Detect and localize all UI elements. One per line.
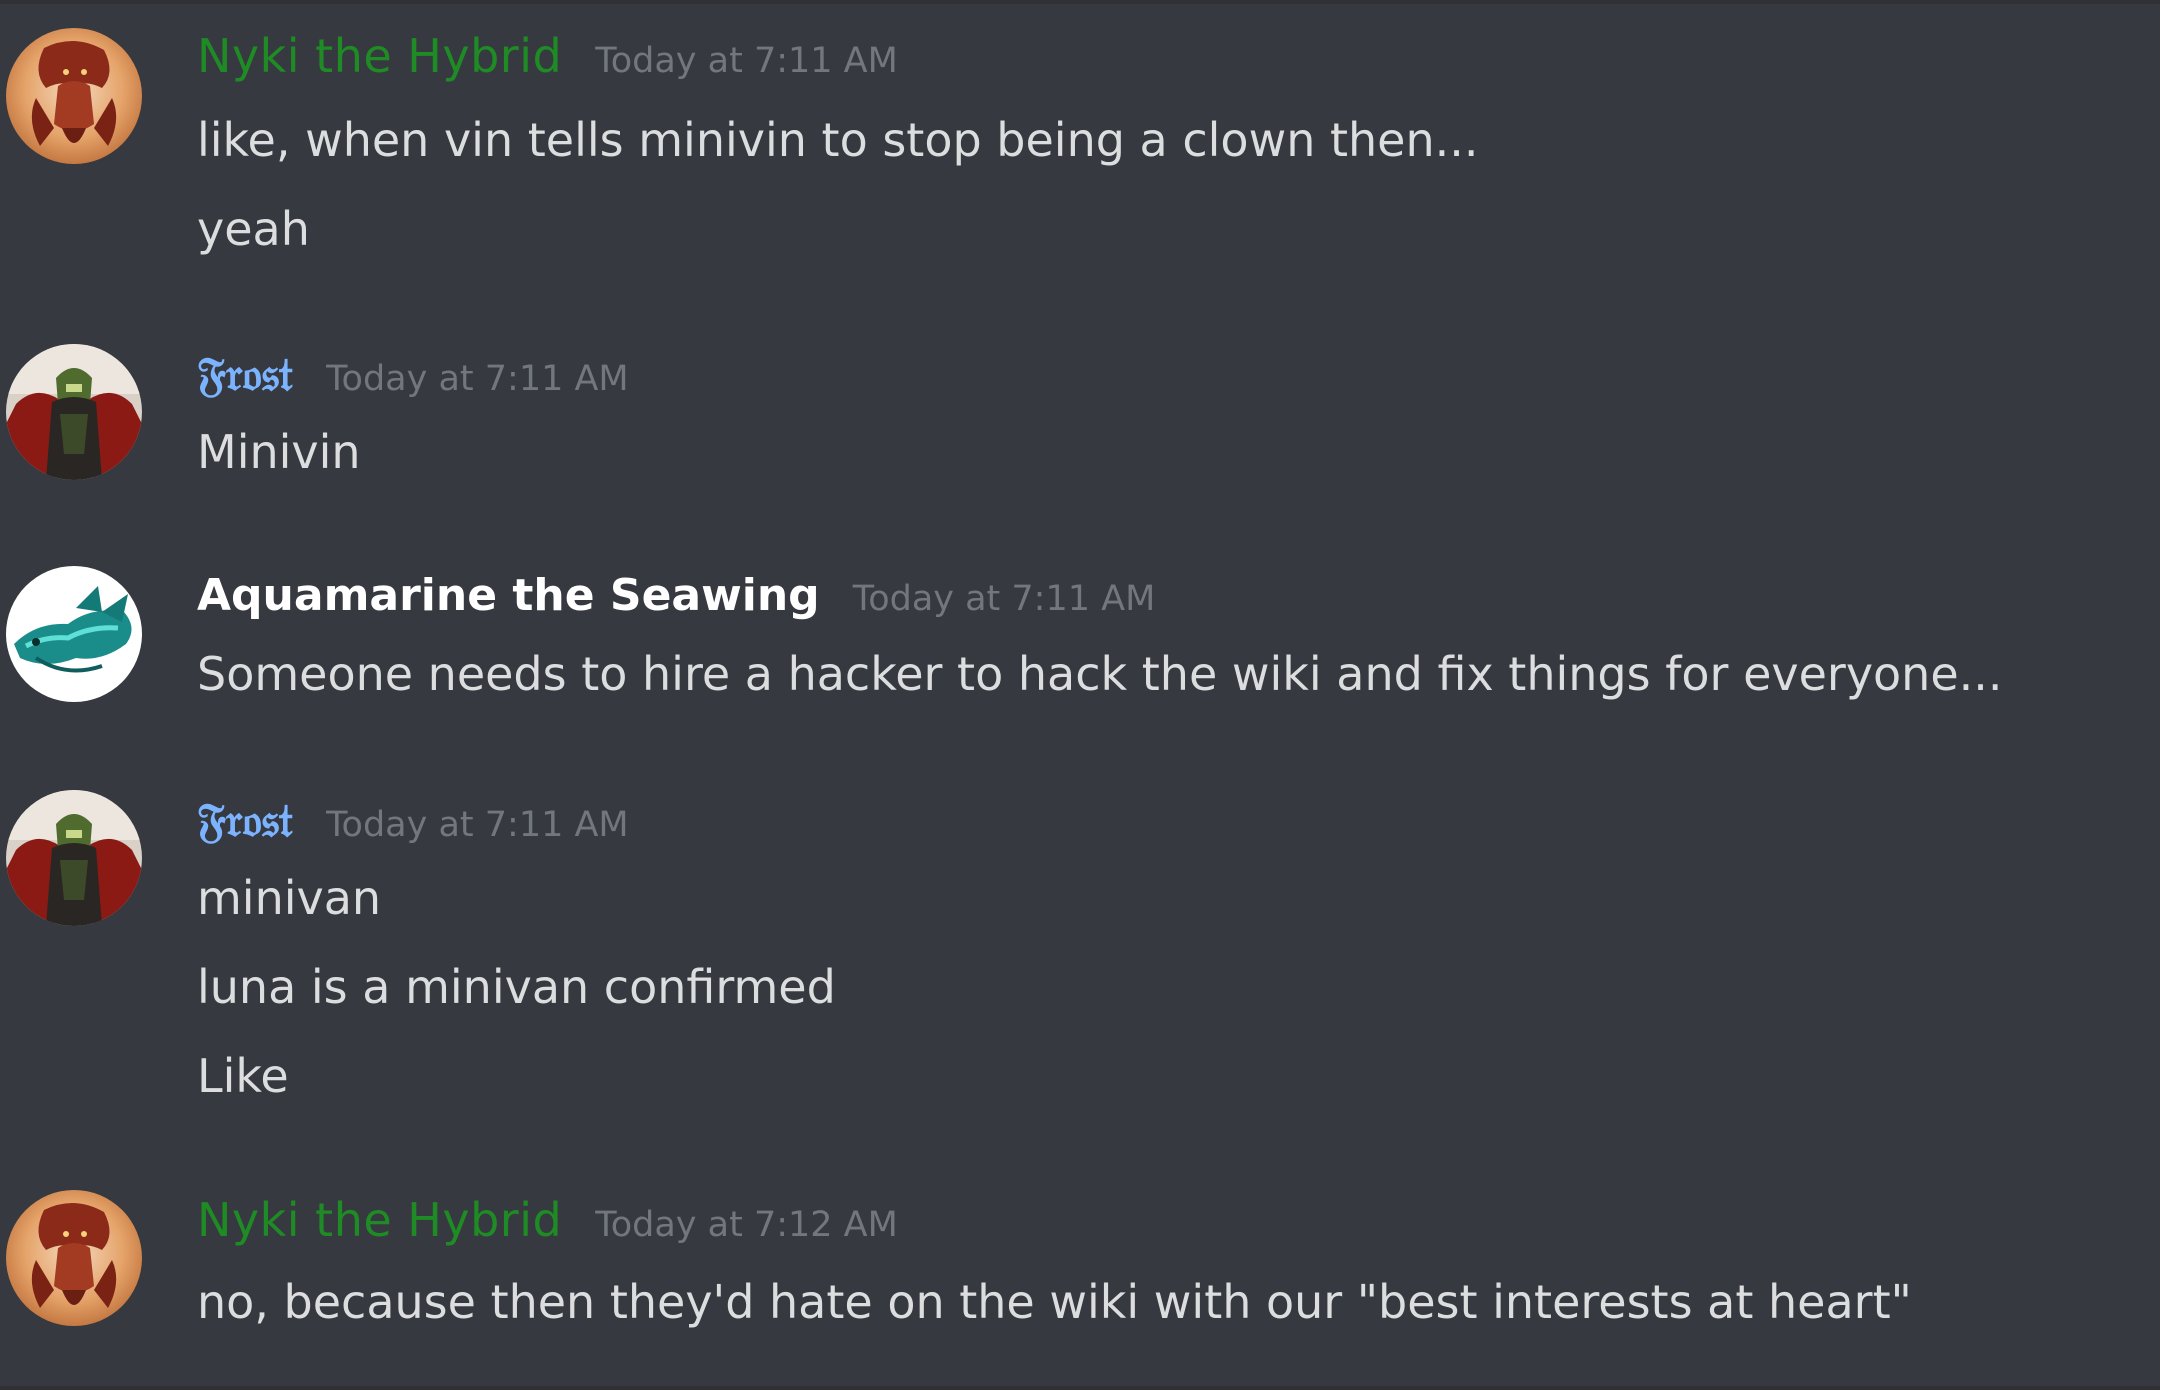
message-group: 𝔉𝔯𝔬𝔰𝔱 Today at 7:11 AM Minivin [0, 344, 2160, 484]
nyki-avatar-icon[interactable] [6, 28, 142, 164]
message-header: 𝔉𝔯𝔬𝔰𝔱 Today at 7:11 AM [197, 344, 629, 404]
message-header: Aquamarine the Seawing Today at 7:11 AM [197, 566, 1155, 626]
chat-message-list[interactable]: Nyki the Hybrid Today at 7:11 AM like, w… [0, 0, 2160, 1390]
aquamarine-avatar-icon[interactable] [6, 566, 142, 702]
message-text: no, because then they'd hate on the wiki… [197, 1275, 1912, 1329]
message-text: Like [197, 1049, 289, 1103]
message-group: Nyki the Hybrid Today at 7:12 AM no, bec… [0, 1190, 2160, 1340]
timestamp[interactable]: Today at 7:11 AM [326, 805, 629, 845]
message-header: Nyki the Hybrid Today at 7:11 AM [197, 26, 898, 86]
bottom-divider [0, 1386, 2160, 1390]
timestamp[interactable]: Today at 7:11 AM [326, 359, 629, 399]
message-text: yeah [197, 202, 310, 256]
message-text: minivan [197, 871, 382, 925]
username[interactable]: Aquamarine the Seawing [197, 566, 820, 626]
top-divider [0, 0, 2160, 4]
message-group: Nyki the Hybrid Today at 7:11 AM like, w… [0, 28, 2160, 258]
message-text: luna is a minivan confirmed [197, 960, 836, 1014]
username[interactable]: Nyki the Hybrid [197, 26, 562, 86]
dark-knight-avatar-icon [6, 790, 142, 926]
dark-knight-avatar-icon [6, 344, 142, 480]
timestamp[interactable]: Today at 7:11 AM [595, 41, 898, 81]
username[interactable]: 𝔉𝔯𝔬𝔰𝔱 [197, 344, 293, 404]
red-dragon-avatar-icon [6, 1190, 142, 1326]
message-group: Aquamarine the Seawing Today at 7:11 AM … [0, 566, 2160, 706]
timestamp[interactable]: Today at 7:12 AM [595, 1205, 898, 1245]
message-group: 𝔉𝔯𝔬𝔰𝔱 Today at 7:11 AM minivan luna is a… [0, 790, 2160, 1110]
frost-avatar-icon[interactable] [6, 790, 142, 926]
message-header: Nyki the Hybrid Today at 7:12 AM [197, 1190, 898, 1250]
message-text: like, when vin tells minivin to stop bei… [197, 113, 1479, 167]
message-text: Someone needs to hire a hacker to hack t… [197, 647, 2003, 701]
red-dragon-avatar-icon [6, 28, 142, 164]
username[interactable]: 𝔉𝔯𝔬𝔰𝔱 [197, 790, 293, 850]
username[interactable]: Nyki the Hybrid [197, 1190, 562, 1250]
frost-avatar-icon[interactable] [6, 344, 142, 480]
nyki-avatar-icon[interactable] [6, 1190, 142, 1326]
message-text: Minivin [197, 425, 361, 479]
message-header: 𝔉𝔯𝔬𝔰𝔱 Today at 7:11 AM [197, 790, 629, 850]
timestamp[interactable]: Today at 7:11 AM [853, 579, 1156, 619]
teal-seawing-dragon-avatar-icon [6, 566, 142, 702]
